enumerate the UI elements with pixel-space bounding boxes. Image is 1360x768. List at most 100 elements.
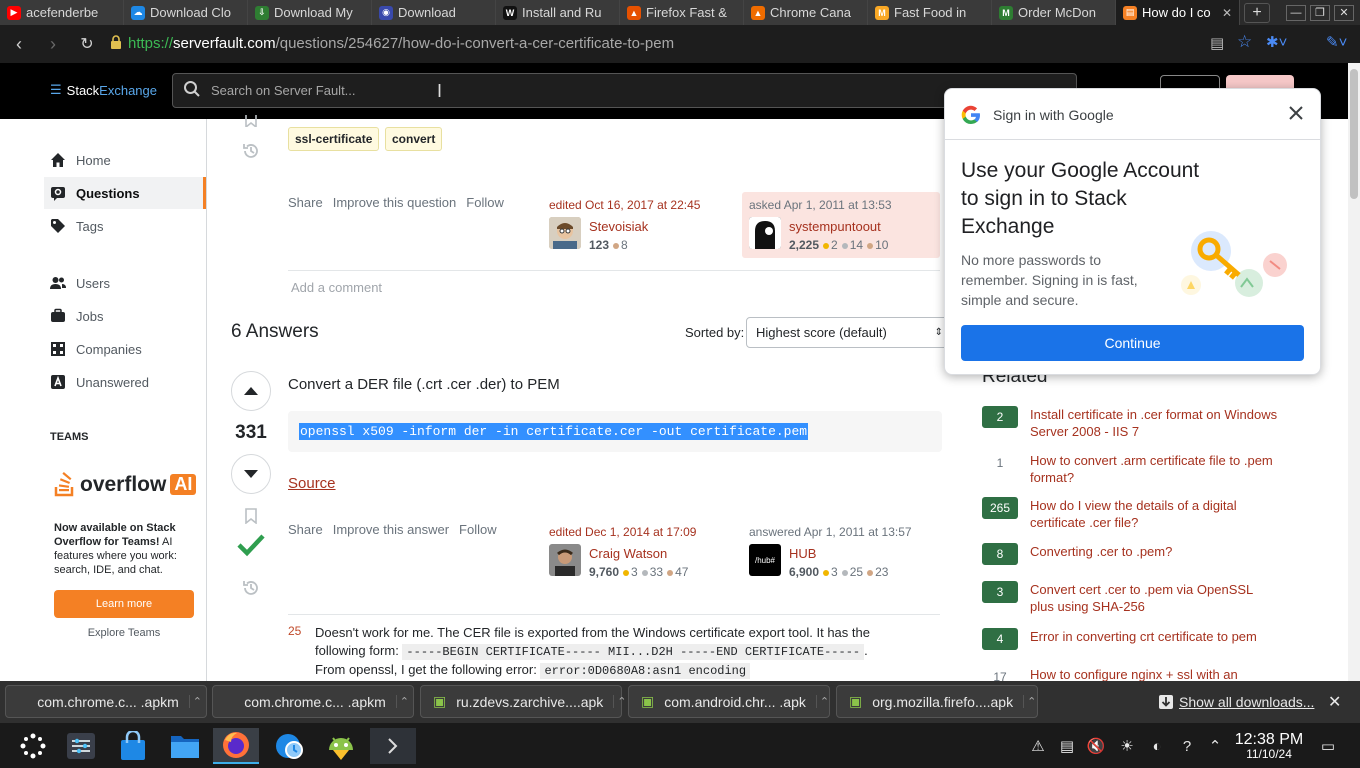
firefox-taskbar-icon[interactable] [213,728,259,764]
history-icon[interactable] [241,141,261,164]
tag-ssl-certificate[interactable]: ssl-certificate [288,127,380,151]
browser-tab[interactable]: ▶ acefenderbe [0,0,124,25]
explore-teams-link[interactable]: Explore Teams [54,627,194,639]
craig-watson-avatar[interactable] [549,544,581,576]
download-item[interactable]: ▣ ru.zdevs.zarchive....apk ⌃ [420,685,627,718]
menu-icon[interactable]: ✎˅ [1326,33,1347,51]
tag-convert[interactable]: convert [385,127,443,151]
sort-select[interactable]: Highest score (default) ⇕ [746,317,952,348]
address-bar[interactable]: https://serverfault.com/questions/254627… [110,29,1262,58]
question-asker-name[interactable]: systempuntoout [789,219,881,234]
bookmark-icon[interactable] [244,114,258,132]
download-menu-chevron-icon[interactable]: ⌃ [1023,695,1036,708]
answerer-name[interactable]: HUB [789,546,816,561]
help-icon[interactable]: ? [1177,736,1197,756]
download-item[interactable]: com.chrome.c... .apkm ⌃ [5,685,207,718]
improve-answer-link[interactable]: Improve this answer [333,522,449,537]
show-desktop-icon[interactable]: ▭ [1318,736,1338,756]
nav-users[interactable]: Users [44,267,206,299]
clock[interactable]: 12:38 PM 11/10/24 [1232,731,1306,761]
browser-tab[interactable]: M Fast Food in [868,0,992,25]
share-answer-link[interactable]: Share [288,522,323,537]
brightness-icon[interactable]: ☀ [1117,736,1137,756]
answer-edited-date[interactable]: edited Dec 1, 2014 at 17:09 [549,525,696,539]
answer-source-link[interactable]: Source [288,475,336,492]
close-window-button[interactable]: ✕ [1334,4,1354,21]
systempuntoout-avatar[interactable] [749,217,781,249]
android-studio-icon[interactable] [318,728,364,764]
related-question-link[interactable]: Convert cert .cer to .pem via OpenSSL pl… [1030,581,1280,615]
answer-code[interactable]: openssl x509 -inform der -in certificate… [299,423,809,440]
download-item[interactable]: com.chrome.c... .apkm ⌃ [212,685,414,718]
continue-button[interactable]: Continue [961,325,1304,361]
download-item[interactable]: ▣ com.android.chr... .apk ⌃ [628,685,830,718]
close-icon[interactable] [1287,104,1305,125]
follow-question-link[interactable]: Follow [466,195,504,210]
download-menu-chevron-icon[interactable]: ⌃ [613,695,627,708]
maximize-button[interactable]: ❐ [1310,4,1330,21]
browser-tab[interactable]: ▲ Chrome Cana [744,0,868,25]
minimize-button[interactable]: — [1286,4,1306,21]
answer-history-icon[interactable] [241,578,261,601]
answer-bookmark-icon[interactable] [244,508,258,527]
forward-button[interactable]: › [36,27,70,61]
browser-tab[interactable]: W Install and Ru [496,0,620,25]
share-question-link[interactable]: Share [288,195,323,210]
related-question-link[interactable]: Error in converting crt certificate to p… [1030,628,1280,645]
browser-tab[interactable]: ▲ Firefox Fast & [620,0,744,25]
answer-editor-name[interactable]: Craig Watson [589,546,667,561]
nav-companies[interactable]: Companies [44,333,206,365]
related-question-link[interactable]: Install certificate in .cer format on Wi… [1030,406,1280,440]
network-icon[interactable]: ◐ [1147,736,1167,756]
notifications-icon[interactable]: ⚠ [1028,736,1048,756]
improve-question-link[interactable]: Improve this question [333,195,457,210]
nav-questions[interactable]: Questions [44,177,206,209]
tray-expand-icon[interactable]: ⌃ [1205,736,1225,756]
file-manager-icon[interactable] [162,728,208,764]
store-bag-icon[interactable] [110,728,156,764]
new-tab-button[interactable]: + [1244,2,1270,23]
related-question-link[interactable]: How do I view the details of a digital c… [1030,497,1280,531]
show-all-downloads-link[interactable]: Show all downloads... [1179,694,1314,710]
page-scrollbar[interactable] [1348,63,1360,681]
question-editor-name[interactable]: Stevoisiak [589,219,648,234]
browser-tab[interactable]: ☁ Download Clo [124,0,248,25]
related-question-link[interactable]: Converting .cer to .pem? [1030,543,1280,560]
related-question-link[interactable]: How to convert .arm certificate file to … [1030,452,1280,486]
question-edited-date[interactable]: edited Oct 16, 2017 at 22:45 [549,198,700,212]
add-comment-link[interactable]: Add a comment [291,280,382,295]
nav-unanswered[interactable]: Unanswered [44,366,206,398]
terminal-icon[interactable] [370,728,416,764]
clipboard-icon[interactable]: ▤ [1057,736,1077,756]
download-item[interactable]: ▣ org.mozilla.firefo....apk ⌃ [836,685,1038,718]
learn-more-button[interactable]: Learn more [54,590,194,618]
nav-jobs[interactable]: Jobs [44,300,206,332]
extensions-icon[interactable]: ✱˅ [1266,33,1287,51]
upvote-button[interactable] [231,371,271,411]
nav-home[interactable]: Home [44,144,206,176]
download-menu-chevron-icon[interactable]: ⌃ [395,695,409,708]
app-launcher-icon[interactable] [10,728,56,764]
stackexchange-logo[interactable]: ☰ StackExchange [50,82,157,98]
back-button[interactable]: ‹ [2,27,36,61]
reader-mode-icon[interactable]: ▤ [1210,34,1224,52]
reload-button[interactable]: ↻ [70,27,104,61]
download-menu-chevron-icon[interactable]: ⌃ [815,695,829,708]
downvote-button[interactable] [231,454,271,494]
search-input[interactable]: Search on Server Fault... I [172,73,1077,108]
download-menu-chevron-icon[interactable]: ⌃ [188,695,202,708]
browser-tab[interactable]: ⇩ Download My [248,0,372,25]
stevoisiak-avatar[interactable] [549,217,581,249]
browser-tab[interactable]: ▤ How do I co ✕ [1116,0,1240,25]
bookmark-star-icon[interactable]: ☆ [1237,32,1252,52]
system-settings-icon[interactable] [58,728,104,764]
hub-avatar[interactable]: /hub# [749,544,781,576]
browser-tab[interactable]: M Order McDon [992,0,1116,25]
browser-tab[interactable]: ◉ Download [372,0,496,25]
sound-converter-icon[interactable] [267,728,313,764]
follow-answer-link[interactable]: Follow [459,522,497,537]
nav-tags[interactable]: Tags [44,210,206,242]
close-tab-icon[interactable]: ✕ [1222,6,1232,20]
volume-muted-icon[interactable]: 🔇 [1086,736,1106,756]
close-downloads-icon[interactable]: ✕ [1328,692,1341,712]
